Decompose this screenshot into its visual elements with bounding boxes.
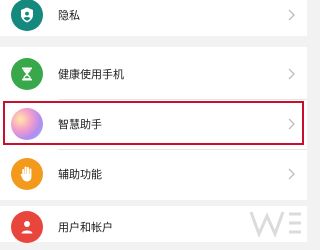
chevron-right-icon <box>288 68 295 80</box>
hourglass-icon <box>11 58 43 90</box>
settings-item-label: 智慧助手 <box>58 118 102 131</box>
settings-group-main: 健康使用手机 智慧助手 辅助功能 <box>0 47 307 200</box>
chevron-right-icon <box>288 168 295 180</box>
settings-item-label: 隐私 <box>58 9 80 22</box>
settings-item-accessibility[interactable]: 辅助功能 <box>0 151 307 197</box>
row-divider <box>58 149 307 150</box>
settings-item-label: 健康使用手机 <box>58 68 124 81</box>
gradient-orb-icon <box>11 108 43 140</box>
settings-item-privacy[interactable]: 隐私 <box>0 0 307 38</box>
settings-group-top: 隐私 <box>0 0 307 36</box>
settings-item-label: 辅助功能 <box>58 168 102 181</box>
chevron-right-icon <box>288 118 295 130</box>
settings-item-smart-assistant[interactable]: 智慧助手 <box>0 101 307 147</box>
watermark-logo <box>249 211 301 239</box>
user-icon <box>11 211 43 243</box>
hand-icon <box>11 158 43 190</box>
row-divider <box>58 99 307 100</box>
chevron-right-icon <box>288 9 295 21</box>
settings-item-label: 用户和帐户 <box>58 221 113 234</box>
shield-user-icon <box>11 0 43 31</box>
settings-item-healthy-phone-use[interactable]: 健康使用手机 <box>0 51 307 97</box>
